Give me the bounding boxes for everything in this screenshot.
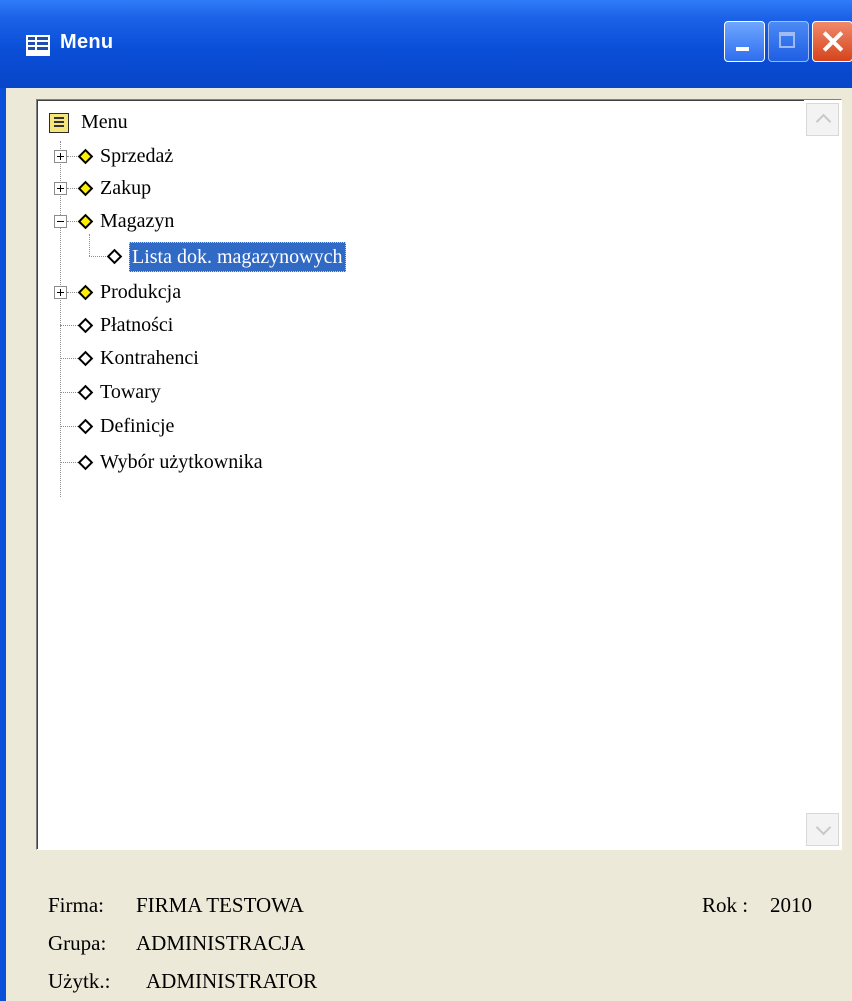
leaf-node-icon bbox=[77, 350, 94, 367]
scroll-up-arrow-icon[interactable] bbox=[806, 103, 839, 136]
tree-connector-line bbox=[89, 256, 106, 257]
tree-item-platnosci[interactable]: Płatności bbox=[100, 309, 173, 341]
tree-item-wybor-uzytkownika[interactable]: Wybór użytkownika bbox=[100, 446, 263, 478]
tree-connector-line bbox=[60, 325, 78, 326]
tree-item-label-selected: Lista dok. magazynowych bbox=[129, 242, 346, 272]
expand-plus-icon[interactable] bbox=[54, 150, 67, 163]
tree-item-produkcja[interactable]: Produkcja bbox=[100, 276, 181, 308]
scroll-down-arrow-icon[interactable] bbox=[806, 813, 839, 846]
tree-item-towary[interactable]: Towary bbox=[100, 376, 161, 408]
tree-item-definicje[interactable]: Definicje bbox=[100, 410, 174, 442]
expand-plus-icon[interactable] bbox=[54, 286, 67, 299]
firma-value: FIRMA TESTOWA bbox=[136, 893, 304, 917]
title-bar[interactable]: Menu bbox=[0, 0, 852, 88]
tree-root-label[interactable]: Menu bbox=[81, 106, 128, 138]
leaf-node-icon bbox=[77, 418, 94, 435]
menu-tree[interactable]: Menu Sprzedaż Zakup Magazyn Lista dok. m… bbox=[36, 99, 842, 850]
tree-connector-line bbox=[60, 358, 78, 359]
leaf-node-icon bbox=[77, 384, 94, 401]
maximize-button[interactable] bbox=[768, 21, 809, 62]
folder-node-icon bbox=[77, 284, 94, 301]
tree-item-kontrahenci[interactable]: Kontrahenci bbox=[100, 342, 199, 374]
tree-item-magazyn[interactable]: Magazyn bbox=[100, 205, 174, 237]
menu-window: Menu Menu Sprzedaż Zakup Magazyn Lista d… bbox=[0, 0, 852, 1001]
tree-item-zakup[interactable]: Zakup bbox=[100, 172, 151, 204]
close-button[interactable] bbox=[812, 21, 852, 62]
window-frame-left bbox=[0, 88, 6, 1001]
window-title: Menu bbox=[60, 31, 114, 53]
menu-book-icon bbox=[49, 113, 69, 133]
tree-connector-line bbox=[67, 156, 77, 157]
tree-connector-line bbox=[60, 392, 78, 393]
expand-plus-icon[interactable] bbox=[54, 182, 67, 195]
tree-item-sprzedaz[interactable]: Sprzedaż bbox=[100, 140, 173, 172]
collapse-minus-icon[interactable] bbox=[54, 215, 67, 228]
folder-node-icon bbox=[77, 180, 94, 197]
minimize-button[interactable] bbox=[724, 21, 765, 62]
tree-connector-line bbox=[67, 292, 77, 293]
firma-label: Firma: bbox=[48, 893, 104, 917]
grupa-label: Grupa: bbox=[48, 931, 107, 955]
uzytk-label: Użytk.: bbox=[48, 969, 111, 993]
leaf-node-icon bbox=[106, 248, 123, 265]
uzytk-value: ADMINISTRATOR bbox=[146, 969, 318, 993]
menu-window-icon bbox=[26, 35, 50, 56]
rok-value: 2010 bbox=[770, 893, 812, 917]
tree-connector-line bbox=[89, 234, 90, 256]
vertical-scrollbar[interactable] bbox=[804, 100, 841, 849]
rok-label: Rok : bbox=[702, 893, 749, 917]
folder-node-icon bbox=[77, 148, 94, 165]
grupa-value: ADMINISTRACJA bbox=[136, 931, 306, 955]
leaf-node-icon bbox=[77, 317, 94, 334]
tree-connector-line bbox=[67, 221, 77, 222]
leaf-node-icon bbox=[77, 454, 94, 471]
tree-connector-line bbox=[67, 188, 77, 189]
tree-connector-line bbox=[60, 426, 78, 427]
folder-node-icon bbox=[77, 213, 94, 230]
tree-connector-line bbox=[60, 462, 78, 463]
